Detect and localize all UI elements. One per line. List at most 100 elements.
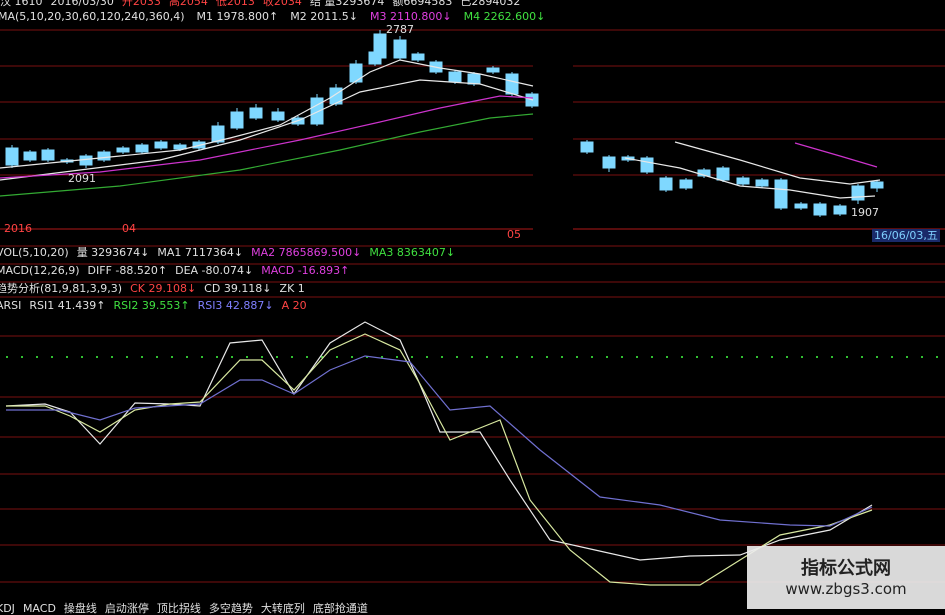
candle-down — [774, 179, 788, 209]
dotted-50-line-dot — [771, 356, 773, 358]
legend-item: MA1 7117364↓ — [157, 246, 244, 259]
dotted-50-line-dot — [666, 356, 668, 358]
dotted-50-line-dot — [636, 356, 638, 358]
candle-down — [393, 39, 407, 59]
watermark-url: www.zbgs3.com — [785, 580, 907, 598]
dotted-50-line-dot — [411, 356, 413, 358]
trend-indicator-row: 趋势分析(81,9,81,3,9,3) CK 29.108↓ CD 39.118↓ Z… — [0, 282, 313, 295]
legend-item: A 20 — [281, 299, 307, 312]
dotted-50-line-dot — [936, 356, 938, 358]
legend-item: 结 量3293674 — [309, 0, 385, 8]
candle-down — [411, 53, 425, 61]
candle-down — [716, 167, 730, 181]
candle-down — [505, 73, 519, 95]
legend-item: RSI1 41.439↑ — [29, 299, 106, 312]
dotted-50-line-dot — [876, 356, 878, 358]
candle-down — [154, 141, 168, 149]
candle-down — [373, 33, 387, 59]
candle-down — [271, 111, 285, 121]
dotted-50-line-dot — [726, 356, 728, 358]
legend-item: M3 2110.800↓ — [369, 10, 452, 23]
candle-down — [79, 155, 93, 166]
legend-item: 汉 1610 — [0, 0, 43, 8]
dotted-50-line-dot — [306, 356, 308, 358]
candle-down — [580, 141, 594, 153]
dotted-50-line-dot — [456, 356, 458, 358]
dotted-50-line-dot — [351, 356, 353, 358]
legend-item: 额6694583 — [392, 0, 453, 8]
ma-line-magenta-right — [794, 142, 878, 168]
dotted-50-line-dot — [801, 356, 803, 358]
legend-item: 2016/03/30 — [50, 0, 114, 8]
dotted-50-line-dot — [816, 356, 818, 358]
dotted-50-line-dot — [651, 356, 653, 358]
dotted-50-line-dot — [51, 356, 53, 358]
candle-down — [97, 151, 111, 161]
ma-line-magenta — [0, 95, 534, 179]
dotted-50-line-dot — [546, 356, 548, 358]
dotted-50-line-dot — [96, 356, 98, 358]
candle-down — [640, 157, 654, 173]
dotted-50-line-dot — [111, 356, 113, 358]
legend-item: MA2 7865869.500↓ — [251, 246, 362, 259]
candle-down — [736, 177, 750, 185]
candle-down — [467, 73, 481, 85]
candle-down — [813, 203, 827, 216]
dotted-50-line-dot — [891, 356, 893, 358]
legend-item: ZK 1 — [279, 282, 305, 295]
dotted-50-line-dot — [846, 356, 848, 358]
legend-item: M4 2262.600↓ — [463, 10, 546, 23]
dotted-50-line-dot — [906, 356, 908, 358]
x-label-april: 04 — [122, 222, 136, 235]
dotted-50-line-dot — [231, 356, 233, 358]
dotted-50-line-dot — [501, 356, 503, 358]
dotted-50-line-dot — [186, 356, 188, 358]
dotted-50-line-dot — [696, 356, 698, 358]
legend-item: 开2033 — [121, 0, 161, 8]
legend-item: M2 2011.5↓ — [290, 10, 358, 23]
dotted-50-line-dot — [921, 356, 923, 358]
dotted-50-line-dot — [81, 356, 83, 358]
dotted-50-line-dot — [561, 356, 563, 358]
dotted-50-line-dot — [681, 356, 683, 358]
legend-item: 量 3293674↓ — [76, 246, 150, 259]
legend-item: MACD -16.893↑ — [261, 264, 350, 277]
dotted-50-line-dot — [516, 356, 518, 358]
candle-down — [794, 203, 808, 209]
legend-item: DIFF -88.520↑ — [87, 264, 168, 277]
legend-item: MACD(12,26,9) — [0, 264, 80, 277]
dotted-50-line-dot — [606, 356, 608, 358]
dotted-50-line-dot — [756, 356, 758, 358]
low-price-label-left: 2091 — [68, 172, 96, 185]
ma-legend-row: MA(5,10,20,30,60,120,240,360,4) M1 1978.8… — [0, 10, 557, 23]
candle-down — [659, 177, 673, 191]
candle-down — [41, 149, 55, 161]
rsi2-line — [6, 333, 873, 586]
dotted-50-line-dot — [276, 356, 278, 358]
legend-item: RSI3 42.887↓ — [197, 299, 274, 312]
dotted-50-line-dot — [216, 356, 218, 358]
dotted-50-line-dot — [36, 356, 38, 358]
candle-down — [5, 147, 19, 166]
candle-down — [833, 205, 847, 215]
candle-down — [870, 181, 884, 189]
legend-item: 已2894032 — [460, 0, 521, 8]
candle-down — [310, 97, 324, 125]
candle-down — [23, 151, 37, 161]
dotted-50-line-dot — [6, 356, 8, 358]
candle-down — [249, 107, 263, 119]
current-date-tag: 16/06/03,五 — [872, 229, 940, 242]
legend-item: ARSI — [0, 299, 22, 312]
dotted-50-line-dot — [711, 356, 713, 358]
legend-item: 趋势分析(81,9,81,3,9,3) — [0, 282, 123, 295]
dotted-50-line-dot — [141, 356, 143, 358]
legend-item: VOL(5,10,20) — [0, 246, 69, 259]
legend-item: CK 29.108↓ — [130, 282, 197, 295]
dotted-50-line-dot — [486, 356, 488, 358]
dotted-50-line-dot — [246, 356, 248, 358]
candle-down — [486, 67, 500, 73]
macd-indicator-row: MACD(12,26,9) DIFF -88.520↑ DEA -80.074↓ MA… — [0, 264, 357, 277]
chart-gap — [533, 40, 573, 235]
legend-item: MA3 8363407↓ — [369, 246, 456, 259]
candle-down — [116, 147, 130, 153]
